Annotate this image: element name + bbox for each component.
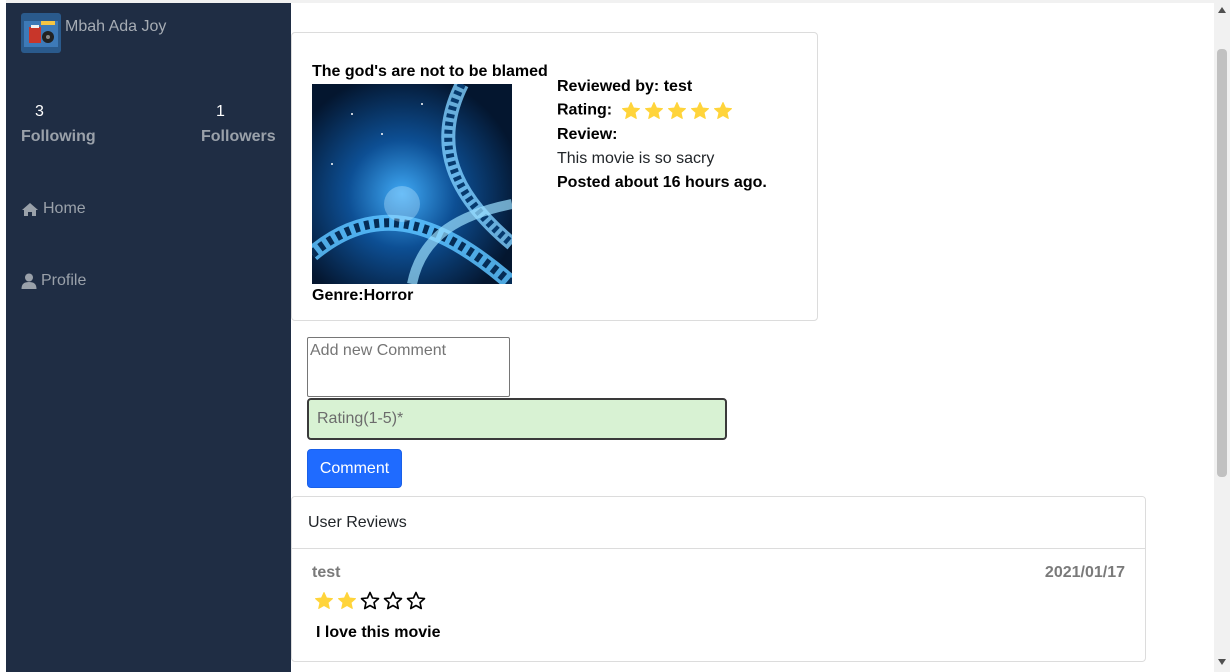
movie-genre: Genre:Horror: [312, 287, 413, 305]
star-filled-icon: [315, 592, 333, 609]
scroll-down-arrow-icon[interactable]: [1218, 659, 1226, 665]
user-reviews-panel: User Reviews test 2021/01/17 I love this…: [291, 496, 1146, 662]
user-avatar[interactable]: [21, 13, 61, 53]
star-empty-icon: [383, 591, 403, 610]
star-filled-icon: [667, 102, 686, 119]
star-filled-icon: [690, 102, 709, 119]
movie-review-card: The god's are not to be blamed Genre:Hor…: [291, 32, 818, 321]
genre-label: Genre:: [312, 287, 364, 304]
review-date: 2021/01/17: [1044, 564, 1125, 581]
star-filled-icon: [644, 102, 663, 119]
review-text: This movie is so sacry: [557, 150, 715, 167]
genre-value: Horror: [363, 287, 414, 304]
comment-button[interactable]: Comment: [307, 449, 402, 488]
reviewed-by-label: Reviewed by:: [557, 78, 660, 95]
posted-time: Posted about 16 hours ago.: [557, 174, 767, 191]
following-stat[interactable]: 3 Following: [21, 103, 96, 146]
star-filled-icon: [713, 102, 732, 119]
review-label: Review:: [557, 126, 618, 143]
star-empty-icon: [360, 591, 380, 610]
movie-title: The god's are not to be blamed: [312, 63, 548, 80]
user-name: Mbah Ada Joy: [65, 18, 167, 35]
movie-poster: [306, 80, 518, 291]
scroll-thumb[interactable]: [1217, 49, 1227, 477]
followers-count: 1: [216, 103, 225, 120]
nav-home[interactable]: Home: [21, 200, 86, 218]
followers-label: Followers: [201, 128, 276, 145]
reviewer-name: test: [663, 78, 693, 95]
card-rating-stars: [621, 101, 736, 120]
scrollbar[interactable]: [1214, 3, 1230, 672]
review-user: test: [312, 564, 341, 581]
card-rating: Rating:: [557, 101, 736, 120]
sidebar-brand: Mbah Ada Joy: [21, 13, 166, 53]
nav-profile-label: Profile: [41, 272, 87, 289]
following-label: Following: [21, 128, 96, 145]
review-rating-stars: [314, 591, 429, 610]
review-comment: I love this movie: [316, 624, 441, 641]
scroll-up-arrow-icon[interactable]: [1218, 7, 1226, 13]
rating-label: Rating:: [557, 101, 613, 119]
star-filled-icon: [338, 592, 356, 609]
star-empty-icon: [406, 591, 426, 610]
nav-profile[interactable]: Profile: [21, 272, 86, 290]
user-reviews-header: User Reviews: [292, 497, 1145, 549]
user-icon: [21, 273, 37, 289]
reviewed-by: Reviewed by: test: [557, 78, 692, 96]
following-count: 3: [35, 103, 44, 120]
sidebar: Mbah Ada Joy 3 Following 1 Followers Hom…: [6, 3, 291, 672]
rating-input[interactable]: [307, 398, 727, 440]
nav-home-label: Home: [43, 200, 86, 217]
star-filled-icon: [621, 102, 640, 119]
followers-stat[interactable]: 1 Followers: [201, 103, 276, 146]
comment-input[interactable]: [307, 337, 510, 397]
home-icon: [22, 202, 38, 216]
